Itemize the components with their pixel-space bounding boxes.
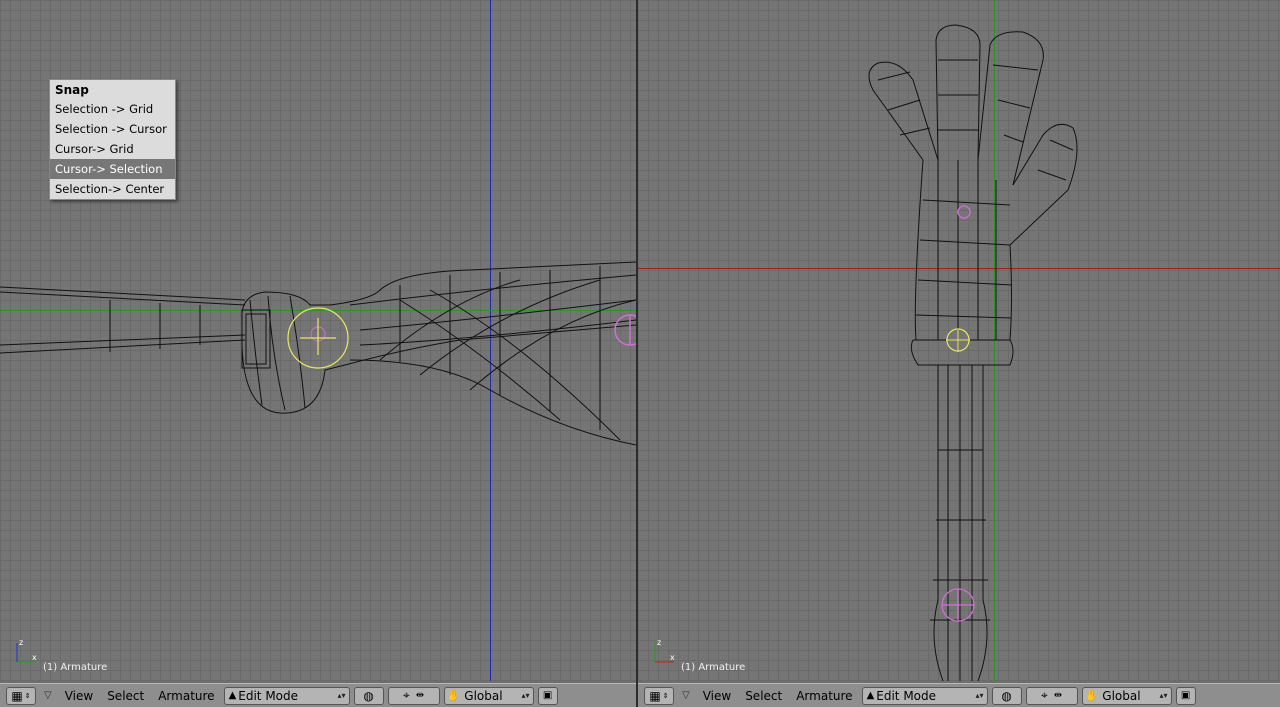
hand-icon: ✋ (446, 689, 461, 702)
view-menu[interactable]: View (698, 689, 736, 703)
left-viewport-header: ▦ ⇕ ▽ View Select Armature ▲ Edit Mode ▴▾… (0, 683, 636, 707)
cursor-ring (946, 328, 970, 352)
viewport-status-text: (1) Armature (681, 662, 746, 673)
draw-type-select[interactable]: ◍ (991, 686, 1022, 705)
pivot-select[interactable]: ⌖ ⇹ (387, 686, 440, 705)
armature-mode-icon: ▲ (866, 690, 875, 701)
draw-type-icon: ◍ (363, 688, 374, 703)
editor-type-button[interactable]: ▦ ⇕ (6, 686, 36, 705)
view-menu[interactable]: View (60, 689, 98, 703)
hand-icon: ✋ (1084, 689, 1099, 702)
pivot-cursor-icon: ⌖ (1040, 688, 1048, 702)
snap-menu-title: Snap (55, 83, 89, 97)
svg-text:z: z (657, 638, 661, 647)
image-icon: ▣ (542, 690, 553, 701)
viewport-status-text: (1) Armature (43, 662, 108, 673)
grid-icon: ▦ (11, 688, 23, 703)
orientation-select[interactable]: ✋ Global ▴▾ (1081, 686, 1172, 705)
dropdown-arrows-icon: ▴▾ (1159, 691, 1168, 700)
draw-type-select[interactable]: ◍ (353, 686, 384, 705)
axes-gizmo: z x (16, 638, 37, 663)
svg-text:x: x (32, 653, 37, 662)
armature-menu[interactable]: Armature (791, 689, 857, 703)
mode-select[interactable]: ▲ Edit Mode ▴▾ (861, 686, 988, 705)
snap-item-selection-to-center[interactable]: Selection-> Center (50, 179, 175, 199)
orientation-label: Global (464, 688, 503, 703)
snap-item-cursor-to-grid[interactable]: Cursor-> Grid (50, 139, 175, 159)
snap-menu: Snap Selection -> Grid Selection -> Curs… (49, 79, 176, 200)
hand-wireframe-mesh (868, 24, 1078, 681)
axes-gizmo: z x (654, 638, 675, 663)
armature-menu[interactable]: Armature (153, 689, 219, 703)
svg-text:x: x (670, 653, 675, 662)
pivot-cursor-icon: ⌖ (402, 688, 410, 702)
armature-mode-icon: ▲ (228, 690, 237, 701)
dropdown-arrows-icon: ▴▾ (975, 691, 984, 700)
mode-select-label: Edit Mode (238, 688, 299, 703)
right-viewport-header: ▦ ⇕ ▽ View Select Armature ▲ Edit Mode ▴▾… (638, 683, 1280, 707)
menu-collapse-icon[interactable]: ▽ (678, 690, 694, 701)
select-menu[interactable]: Select (740, 689, 787, 703)
orientation-label: Global (1102, 688, 1141, 703)
widget-icon: ⇹ (415, 690, 425, 701)
render-preview-button[interactable]: ▣ (537, 686, 558, 705)
dropdown-arrows-icon: ▴▾ (521, 691, 530, 700)
editor-type-button[interactable]: ▦ ⇕ (644, 686, 674, 705)
render-preview-button[interactable]: ▣ (1175, 686, 1196, 705)
grid-icon: ▦ (649, 688, 661, 703)
bone-joint (614, 314, 636, 346)
mode-select[interactable]: ▲ Edit Mode ▴▾ (223, 686, 350, 705)
orientation-select[interactable]: ✋ Global ▴▾ (443, 686, 534, 705)
menu-collapse-icon[interactable]: ▽ (40, 690, 56, 701)
snap-item-cursor-to-selection[interactable]: Cursor-> Selection (50, 159, 175, 179)
widget-icon: ⇹ (1053, 690, 1063, 701)
snap-item-selection-to-grid[interactable]: Selection -> Grid (50, 99, 175, 119)
svg-text:z: z (19, 638, 23, 647)
image-icon: ▣ (1180, 690, 1191, 701)
mode-select-label: Edit Mode (876, 688, 937, 703)
viewport-divider[interactable] (636, 0, 638, 707)
dropdown-arrows-icon: ▴▾ (337, 691, 346, 700)
draw-type-icon: ◍ (1001, 688, 1012, 703)
right-3d-viewport[interactable]: z x (1) Armature (638, 0, 1280, 681)
select-menu[interactable]: Select (102, 689, 149, 703)
pivot-select[interactable]: ⌖ ⇹ (1025, 686, 1078, 705)
snap-item-selection-to-cursor[interactable]: Selection -> Cursor (50, 119, 175, 139)
